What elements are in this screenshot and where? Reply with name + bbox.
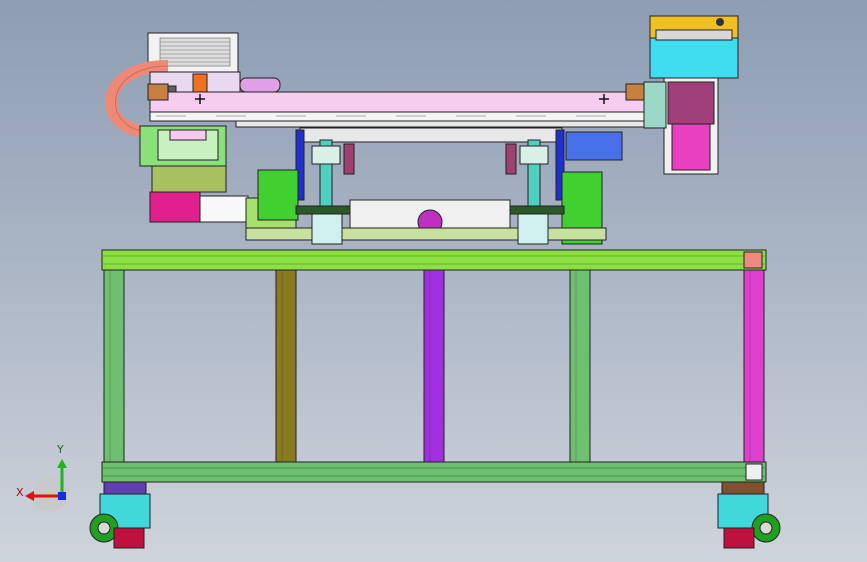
support-frame <box>101 249 767 483</box>
post-purple <box>423 269 445 463</box>
cad-viewport[interactable]: Y X <box>0 0 867 562</box>
caster-left <box>89 481 151 549</box>
triad-y-label: Y <box>57 443 64 456</box>
linear-rail <box>149 91 645 128</box>
leg-left <box>103 269 125 463</box>
post-olive <box>275 269 297 463</box>
leg-right <box>743 269 765 463</box>
post-green <box>569 269 591 463</box>
coordinate-triad-icon <box>25 459 68 512</box>
caster-right <box>717 481 781 549</box>
actuator-top-right <box>643 15 739 175</box>
machine-assembly-drawing <box>25 15 781 549</box>
triad-x-label: X <box>16 486 24 499</box>
end-block-right <box>625 83 647 101</box>
end-block-left <box>147 83 169 101</box>
center-mechanism <box>245 127 623 245</box>
